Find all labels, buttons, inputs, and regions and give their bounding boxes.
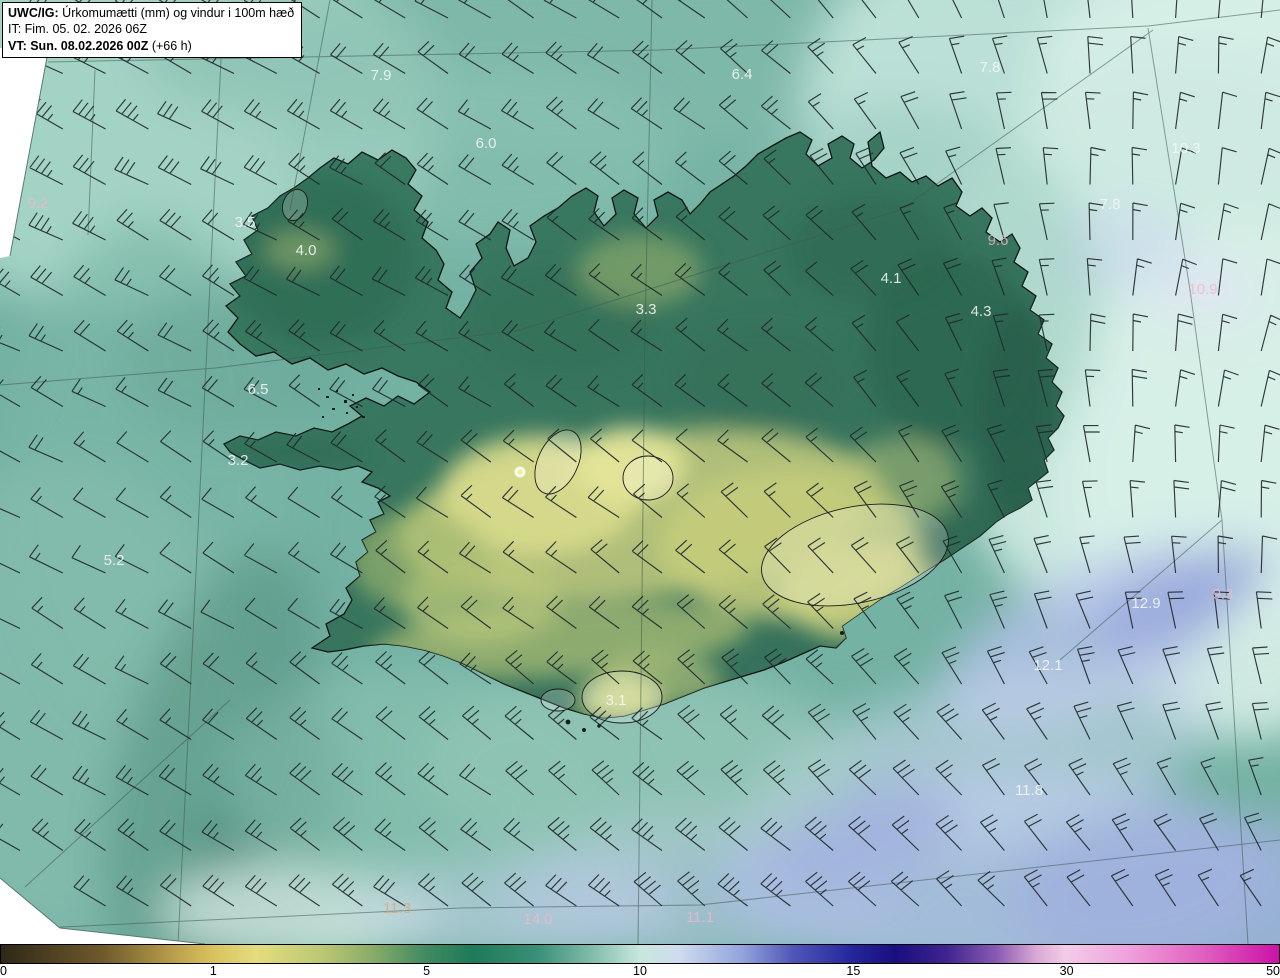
map-value-label: 9.6 xyxy=(988,232,1009,249)
map-value-label: 6.5 xyxy=(248,381,269,398)
map-value-label: 9.2 xyxy=(28,195,49,212)
weather-map-page: { "title_box": { "model": "UWC/IG:", "su… xyxy=(0,0,1280,978)
map-value-label: 10.3 xyxy=(1171,140,1200,157)
map-value-label: 11.3 xyxy=(383,900,411,917)
forecast-map: 9.2 7.9 6.4 7.8 6.0 10.3 7.8 9.6 3.5 4.0 4.1 4.3 10.… xyxy=(0,0,1280,944)
map-value-label: 11.8 xyxy=(1015,782,1043,799)
map-value-label: 3.1 xyxy=(606,692,627,709)
colorbar-tick: 10 xyxy=(633,964,647,978)
map-value-label: 7.8 xyxy=(980,59,1001,76)
model-id: UWC/IG: xyxy=(8,6,59,20)
colorbar-tick: 0 xyxy=(0,964,7,978)
map-value-label: 7.8 xyxy=(1100,196,1121,213)
colorbar-tick: 5 xyxy=(423,964,431,978)
local-max-spot xyxy=(514,466,526,478)
title-box: UWC/IG: Úrkomumætti (mm) og vindur i 100… xyxy=(2,2,303,58)
map-canvas: 9.2 7.9 6.4 7.8 6.0 10.3 7.8 9.6 3.5 4.0 4.1 4.3 10.… xyxy=(0,0,1280,944)
title-line-init-time: IT: Fim. 05. 02. 2026 06Z xyxy=(8,22,147,37)
map-value-label: 4.1 xyxy=(881,270,902,287)
map-value-label: 6.4 xyxy=(732,66,753,83)
map-value-label: 3.2 xyxy=(228,452,249,469)
map-value-label: 7.9 xyxy=(371,67,392,84)
precipitation-colorbar: 0 1 5 10 15 30 50 xyxy=(0,944,1280,978)
map-value-label: 4.0 xyxy=(296,242,317,259)
map-value-label: 6.0 xyxy=(476,135,497,152)
map-value-label: 3.3 xyxy=(636,301,657,318)
map-value-label: 12.1 xyxy=(1033,657,1062,674)
colorbar-tick: 30 xyxy=(1059,964,1074,978)
colorbar-tick: 15 xyxy=(846,964,861,978)
map-value-label: 4.3 xyxy=(971,303,992,320)
map-value-label: 11.1 xyxy=(686,909,714,926)
map-value-label: 9.3 xyxy=(1213,586,1234,603)
title-line-valid-time: VT: Sun. 08.02.2026 00Z (+66 h) xyxy=(8,38,192,53)
map-value-label: 10.9 xyxy=(1188,281,1217,298)
map-value-label: 5.2 xyxy=(104,552,125,569)
map-value-label: 12.9 xyxy=(1131,595,1160,612)
map-value-label: 14.0 xyxy=(523,911,552,928)
colorbar-tick: 50 xyxy=(1266,964,1280,978)
colorbar-gradient xyxy=(0,944,1280,964)
colorbar-tick-labels: 0 1 5 10 15 30 50 xyxy=(0,964,1280,978)
map-value-label: 3.5 xyxy=(235,214,256,231)
colorbar-tick: 1 xyxy=(209,964,217,978)
title-line-1: UWC/IG: Úrkomumætti (mm) og vindur i 100… xyxy=(8,6,295,20)
